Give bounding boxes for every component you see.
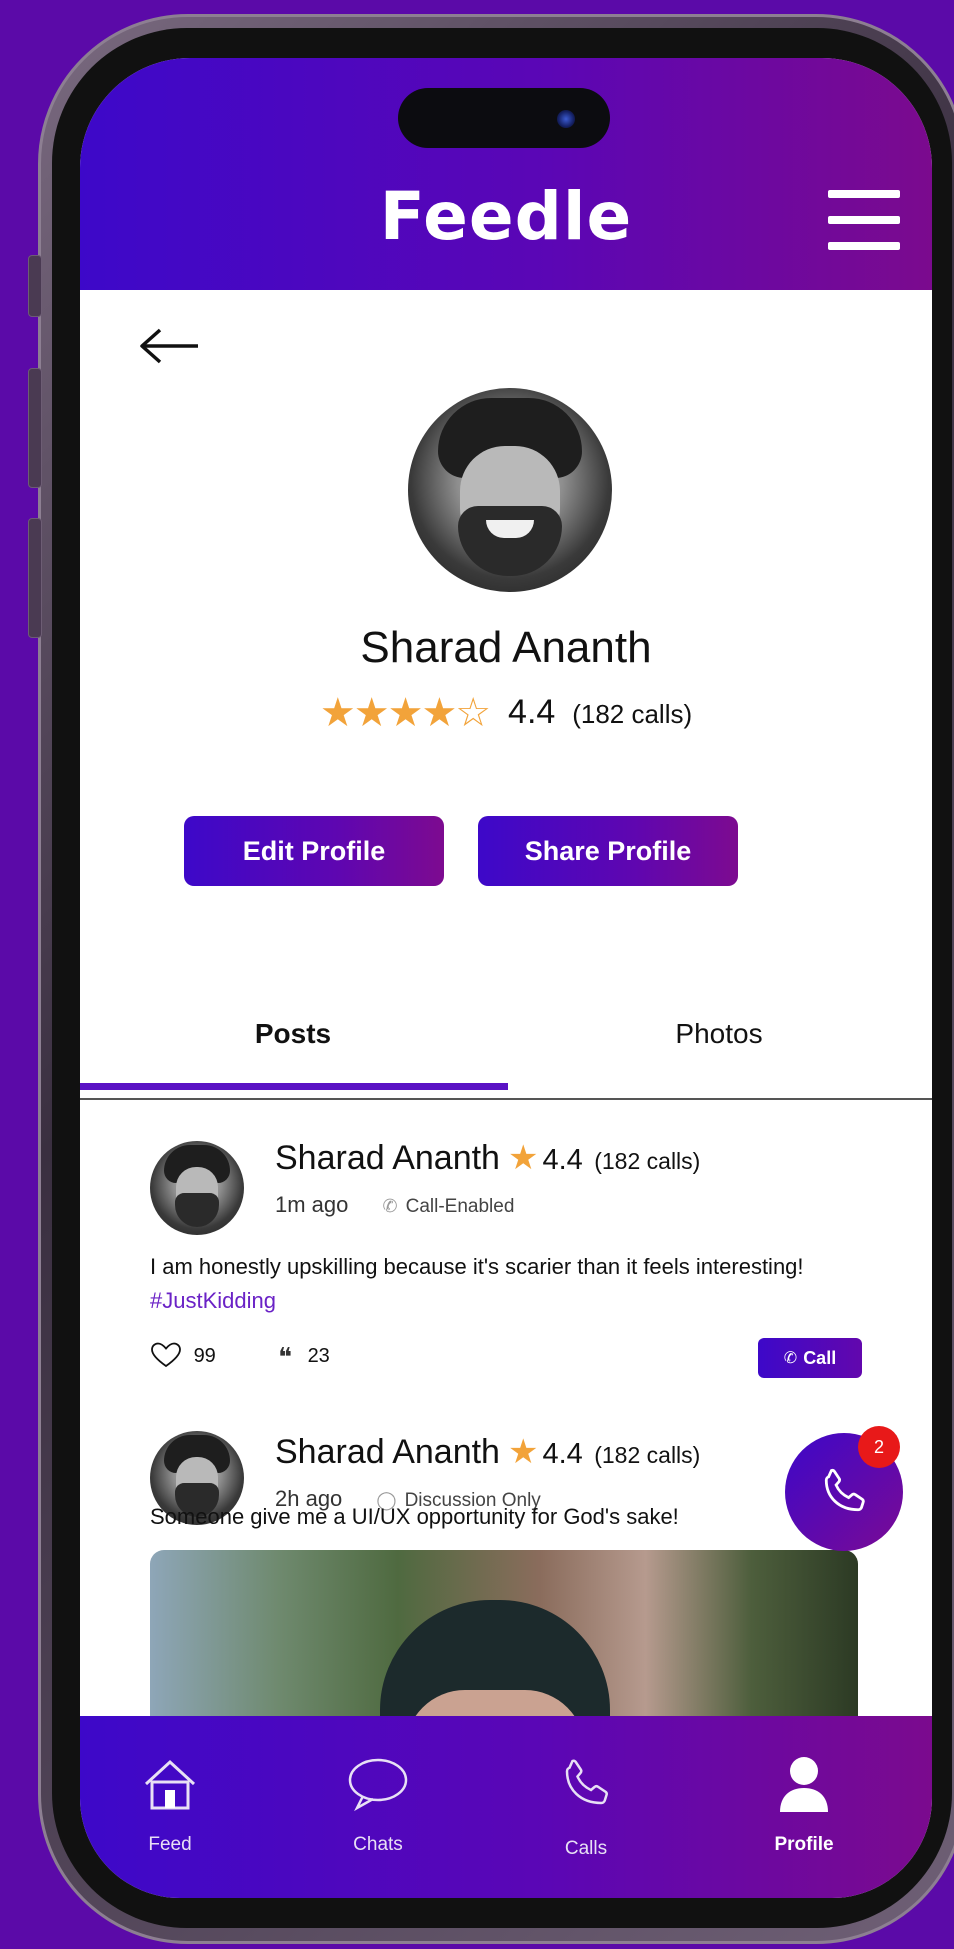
app-title: Feedle <box>379 178 633 255</box>
nav-item-calls[interactable]: Calls <box>496 1716 676 1898</box>
like-button[interactable]: 99 <box>150 1342 216 1368</box>
share-profile-button[interactable]: Share Profile <box>478 816 738 886</box>
profile-name: Sharad Ananth <box>360 623 652 672</box>
post-author-calls: (182 calls) <box>594 1442 701 1468</box>
tab-photos[interactable]: Photos <box>506 1018 932 1050</box>
nav-item-label: Profile <box>774 1834 834 1855</box>
star-icon: ★ <box>507 1139 539 1177</box>
user-icon <box>774 1754 834 1821</box>
dynamic-island <box>398 88 610 148</box>
post-meta: 1m ago ✆ Call-Enabled <box>275 1192 514 1218</box>
phone-icon <box>824 1468 865 1512</box>
post-text: Someone give me a UI/UX opportunity for … <box>150 1504 679 1529</box>
heart-icon <box>151 1342 181 1368</box>
volume-up-button <box>28 368 42 488</box>
tab-divider <box>80 1098 932 1100</box>
rating-value: 4.4 <box>508 693 556 731</box>
post-author-calls: (182 calls) <box>594 1148 701 1174</box>
camera-icon <box>557 110 575 128</box>
app-header: Feedle <box>80 58 932 290</box>
call-button-label: Call <box>803 1347 837 1368</box>
post-author-line: Sharad Ananth ★ 4.4 (182 calls) <box>275 1432 700 1472</box>
post-author-rating: 4.4 <box>542 1438 583 1470</box>
volume-down-button <box>28 518 42 638</box>
edit-profile-button[interactable]: Edit Profile <box>184 816 444 886</box>
call-button[interactable]: ✆ Call <box>758 1338 862 1378</box>
nav-item-label: Calls <box>564 1838 608 1859</box>
hamburger-menu-icon[interactable] <box>828 190 900 250</box>
call-count-badge: 2 <box>858 1426 900 1468</box>
nav-item-label: Chats <box>353 1834 403 1855</box>
post-hashtag[interactable]: #JustKidding <box>150 1288 276 1313</box>
back-arrow-icon[interactable] <box>138 326 200 366</box>
bottom-navigation: Feed Chats Calls Profile <box>80 1716 932 1898</box>
post-mode: Call-Enabled <box>405 1196 515 1217</box>
like-count: 99 <box>193 1345 216 1367</box>
rating-stars-icon: ★★★★☆ <box>319 691 491 735</box>
post-author-name[interactable]: Sharad Ananth <box>275 1139 500 1177</box>
nav-item-chats[interactable]: Chats <box>288 1716 468 1898</box>
home-icon <box>140 1754 200 1819</box>
star-icon: ★ <box>507 1433 539 1471</box>
tab-posts[interactable]: Posts <box>80 1018 506 1050</box>
quote-button[interactable]: ❝ 23 <box>278 1342 330 1373</box>
post-actions: 99 ❝ 23 ✆ Call <box>150 1338 862 1382</box>
post-text: I am honestly upskilling because it's sc… <box>150 1254 804 1279</box>
post-author-avatar[interactable] <box>150 1141 244 1235</box>
rating-call-count: (182 calls) <box>572 699 693 729</box>
profile-avatar <box>408 388 612 592</box>
phone-screen: Feedle Sharad Ananth ★★★★☆ 4.4 (182 call… <box>80 58 932 1898</box>
phone-icon: ✆ <box>783 1350 798 1367</box>
post-body: I am honestly upskilling because it's sc… <box>150 1250 850 1318</box>
post-author-rating: 4.4 <box>542 1144 583 1176</box>
quote-count: 23 <box>307 1345 330 1367</box>
post-time: 1m ago <box>275 1192 349 1217</box>
nav-item-feed[interactable]: Feed <box>80 1716 260 1898</box>
post-author-line: Sharad Ananth ★ 4.4 (182 calls) <box>275 1138 700 1178</box>
profile-rating: ★★★★☆ 4.4 (182 calls) <box>80 690 932 736</box>
post-author-name[interactable]: Sharad Ananth <box>275 1433 500 1471</box>
quote-icon: ❝ <box>278 1342 292 1372</box>
phone-icon: ✆ <box>382 1196 398 1216</box>
phone-icon <box>556 1754 616 1819</box>
nav-item-profile[interactable]: Profile <box>714 1716 894 1898</box>
mute-switch <box>28 255 42 317</box>
chat-bubble-icon <box>345 1754 411 1819</box>
tab-active-indicator <box>80 1083 508 1090</box>
nav-item-label: Feed <box>148 1834 192 1855</box>
